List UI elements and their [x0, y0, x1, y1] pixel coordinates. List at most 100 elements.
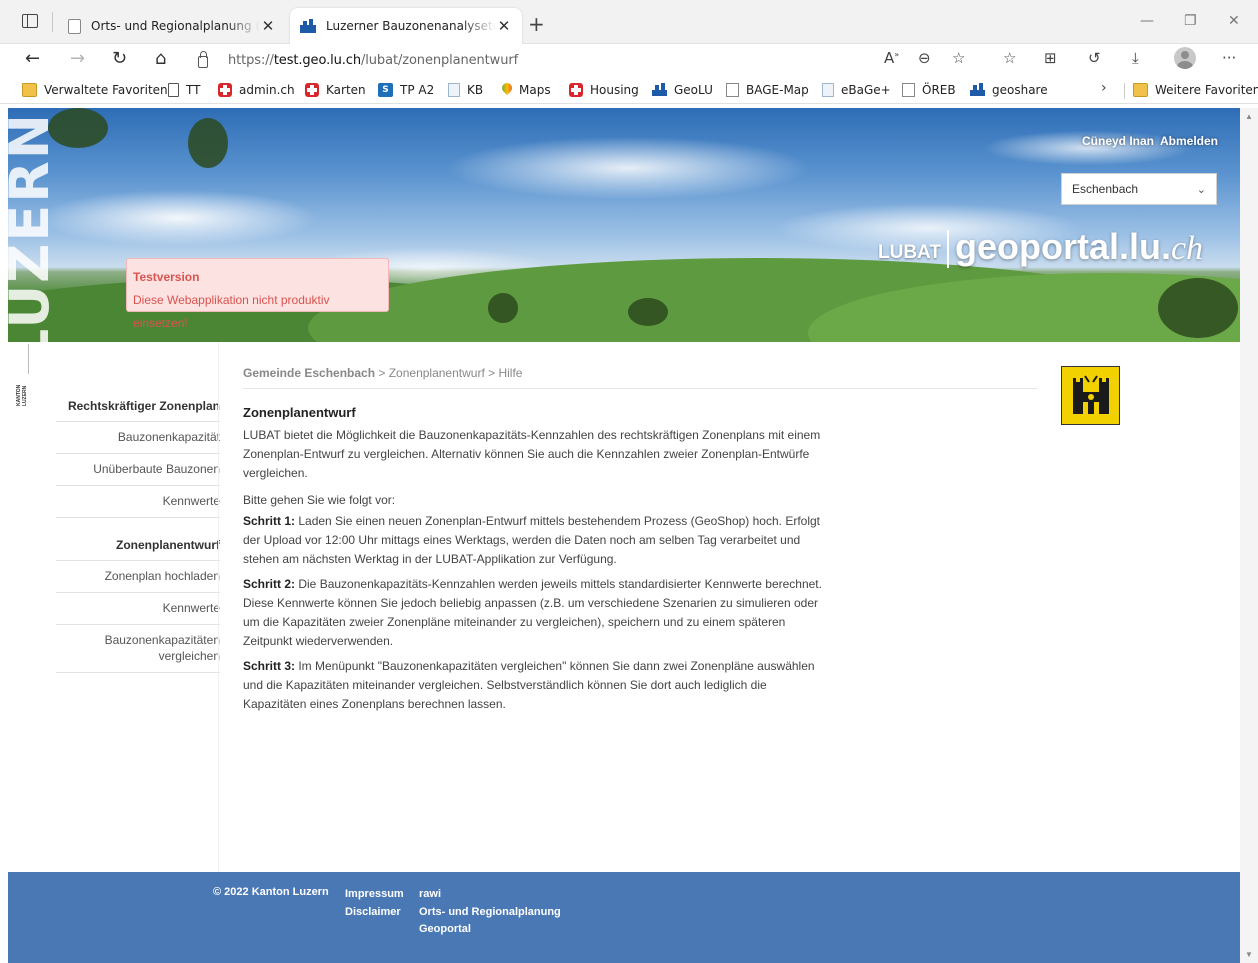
kanton-mark: KANTON LUZERN	[16, 380, 28, 406]
favorite-label: eBaGe+	[841, 83, 891, 97]
sidebar-item-kennwerte-entwurf[interactable]: Kennwerte	[56, 593, 220, 625]
step-2: Schritt 2: Die Bauzonenkapazitäts-Kennza…	[243, 575, 833, 651]
square-icon	[902, 83, 915, 97]
tab-title: Luzerner Bauzonenanalysetool (LUBAT)	[326, 19, 496, 33]
minimize-icon[interactable]: —	[1140, 13, 1154, 29]
luzern-logo[interactable]: LUZERN	[8, 112, 61, 342]
logout-link[interactable]: Abmelden	[1160, 134, 1218, 148]
browser-tab-orts[interactable]: Orts- und Regionalplanung (TEST) ✕	[58, 8, 286, 44]
favorite-verwaltete[interactable]: Verwaltete Favoriten	[22, 81, 168, 99]
page-scrollbar[interactable]: ▲ ▼	[1240, 108, 1258, 963]
collections-icon[interactable]: ⊞	[1044, 49, 1057, 67]
lu-icon	[970, 83, 985, 97]
footer-link-orts-regionalplanung[interactable]: Orts- und Regionalplanung	[419, 904, 561, 922]
footer-link-geoportal[interactable]: Geoportal	[419, 921, 561, 939]
favorite-oereb[interactable]: ÖREB	[902, 81, 956, 99]
scroll-down-icon[interactable]: ▼	[1245, 950, 1253, 959]
swiss-cross-icon	[305, 83, 319, 97]
tab-title: Orts- und Regionalplanung (TEST)	[91, 19, 260, 33]
chevron-right-icon[interactable]: ›	[1101, 80, 1107, 96]
url-field[interactable]: https://test.geo.lu.ch/lubat/zonenplanen…	[192, 46, 982, 74]
favorite-label: TP A2	[400, 83, 435, 97]
banner-tree	[488, 293, 518, 323]
favorite-label: BAGE-Map	[746, 83, 809, 97]
sp-icon: S	[378, 83, 393, 97]
favorite-tt[interactable]: TT	[168, 81, 200, 99]
sidebar-divider	[218, 342, 219, 872]
favorites-divider	[1124, 83, 1125, 99]
folder-icon	[22, 83, 37, 97]
kanton-mark-text: KANTON LUZERN	[16, 384, 28, 406]
footer-link-rawi[interactable]: rawi	[419, 886, 561, 904]
footer-link-disclaimer[interactable]: Disclaimer	[345, 904, 404, 922]
favorite-ebage[interactable]: eBaGe+	[822, 81, 891, 99]
forward-arrow-icon[interactable]: →	[70, 48, 85, 69]
footer-links-org: rawi Orts- und Regionalplanung Geoportal	[419, 886, 561, 939]
user-name[interactable]: Cüneyd Inan	[1082, 134, 1154, 148]
new-tab-icon[interactable]: +	[528, 12, 545, 36]
brand-logo[interactable]: LUBAT geoportal.lu. ch	[878, 226, 1203, 268]
gemeinde-select[interactable]: Eschenbach ⌄	[1061, 173, 1217, 205]
sidebar-item-unueberbaute[interactable]: Unüberbaute Bauzonen	[56, 454, 220, 486]
favorites-bar: Verwaltete Favoriten TT admin.ch Karten …	[0, 76, 1258, 104]
browser-tab-lubat[interactable]: Luzerner Bauzonenanalysetool (LUBAT) ✕	[290, 8, 522, 44]
page-footer: © 2022 Kanton Luzern Impressum Disclaime…	[8, 872, 1240, 963]
home-icon[interactable]: ⌂	[155, 48, 166, 69]
favorite-geoshare[interactable]: geoshare	[970, 81, 1048, 99]
favorite-weitere[interactable]: Weitere Favoriten	[1133, 81, 1258, 99]
favorite-label: Karten	[326, 83, 366, 97]
lu-icon	[652, 83, 667, 97]
brand-geoportal: geoportal.lu.	[954, 226, 1171, 267]
refresh-icon[interactable]: ↻	[112, 48, 127, 69]
profile-avatar[interactable]	[1174, 47, 1196, 69]
sidebar-section-rechtskraeftig[interactable]: Rechtskräftiger Zonenplan	[56, 395, 220, 422]
favorite-kb[interactable]: KB	[448, 81, 483, 99]
favorite-geolu[interactable]: GeoLU	[652, 81, 713, 99]
favorite-label: Weitere Favoriten	[1155, 83, 1258, 97]
footer-link-impressum[interactable]: Impressum	[345, 886, 404, 904]
favorite-tpa2[interactable]: S TP A2	[378, 81, 434, 99]
favorite-label: Maps	[519, 83, 551, 97]
header-banner: LUZERN Cüneyd Inan Abmelden Eschenbach ⌄…	[8, 108, 1240, 342]
back-arrow-icon[interactable]: ←	[25, 48, 40, 69]
zoom-icon[interactable]: ⊖	[918, 49, 931, 67]
breadcrumb: Gemeinde Eschenbach > Zonenplanentwurf >…	[243, 366, 1038, 389]
close-window-icon[interactable]: ✕	[1228, 13, 1240, 29]
favorite-label: GeoLU	[674, 83, 713, 97]
favorite-label: Housing	[590, 83, 639, 97]
footer-links-legal: Impressum Disclaimer	[345, 886, 404, 921]
close-tab-icon[interactable]: ✕	[260, 17, 276, 35]
scroll-up-icon[interactable]: ▲	[1245, 112, 1253, 121]
folder-icon	[1133, 83, 1148, 97]
favorite-label: Verwaltete Favoriten	[44, 83, 168, 97]
favorite-label: TT	[186, 83, 201, 97]
history-icon[interactable]: ↺	[1088, 49, 1101, 67]
more-icon[interactable]: ···	[1222, 49, 1236, 67]
favorite-maps[interactable]: Maps	[502, 81, 551, 99]
favorites-icon[interactable]: ☆	[1003, 49, 1016, 67]
sidebar-section-zonenplanentwurf[interactable]: Zonenplanentwurf	[56, 534, 220, 561]
sidebar-item-vergleichen[interactable]: Bauzonenkapazitäten vergleichen	[56, 625, 220, 673]
page-icon	[168, 83, 179, 97]
favorite-bage[interactable]: BAGE-Map	[726, 81, 809, 99]
sidebar-item-bauzonenkapazitaet[interactable]: Bauzonenkapazität	[56, 422, 220, 454]
tab-actions-icon[interactable]	[22, 14, 38, 28]
map-pin-icon	[502, 83, 512, 97]
banner-tree	[188, 118, 228, 168]
breadcrumb-gemeinde[interactable]: Gemeinde Eschenbach	[243, 366, 375, 380]
read-aloud-icon[interactable]: A»	[884, 49, 899, 67]
test-version-message: Diese Webapplikation nicht produktiv ein…	[133, 293, 330, 330]
favorite-label: ÖREB	[922, 83, 956, 97]
favorite-housing[interactable]: Housing	[569, 81, 639, 99]
download-icon[interactable]: ⤓	[1132, 49, 1139, 67]
favorite-admin[interactable]: admin.ch	[218, 81, 295, 99]
brand-divider	[946, 230, 949, 268]
swiss-cross-icon	[218, 83, 232, 97]
step-label: Schritt 3:	[243, 659, 296, 673]
close-tab-icon[interactable]: ✕	[496, 17, 512, 35]
favorite-karten[interactable]: Karten	[305, 81, 366, 99]
sidebar-item-zonenplan-hochladen[interactable]: Zonenplan hochladen	[56, 561, 220, 593]
add-favorite-icon[interactable]: ☆	[952, 49, 965, 67]
sidebar-item-kennwerte[interactable]: Kennwerte	[56, 486, 220, 518]
restore-icon[interactable]: ❐	[1184, 13, 1197, 29]
